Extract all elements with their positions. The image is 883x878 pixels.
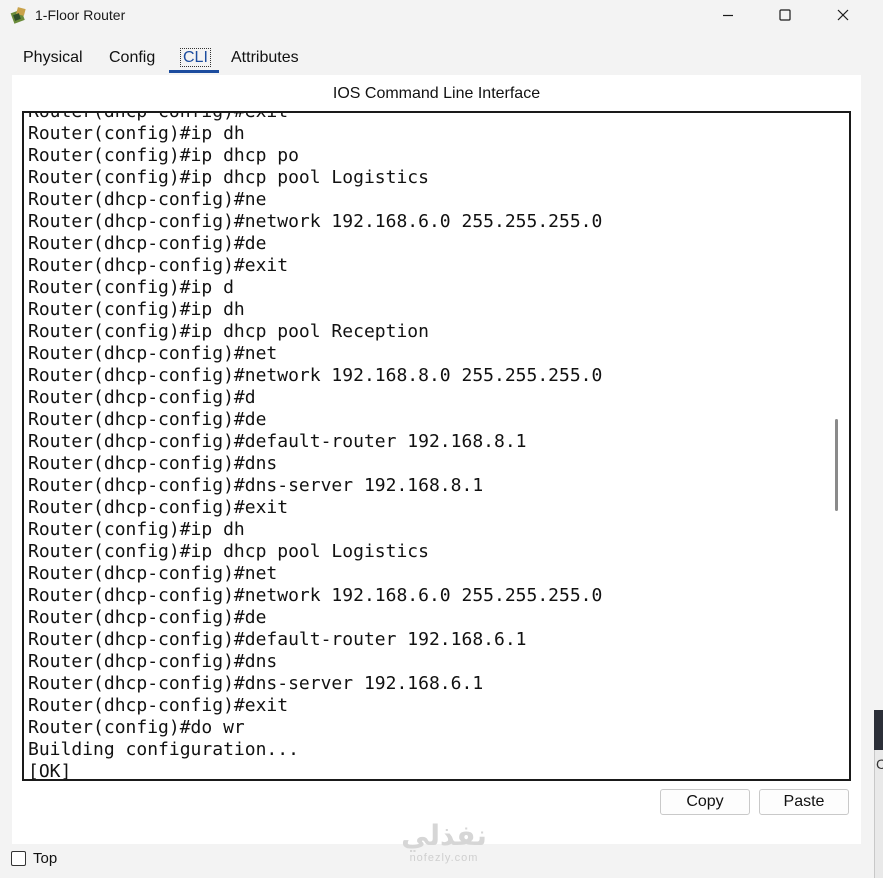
cli-line: Router(dhcp-config)#network 192.168.6.0 … [28,211,603,232]
cli-line: Router(dhcp-config)#network 192.168.8.0 … [28,365,603,386]
cli-panel: IOS Command Line Interface Router(dhcp-c… [12,75,861,844]
tab-attributes-label: Attributes [231,49,299,66]
tab-attributes[interactable]: Attributes [231,49,299,67]
paste-button[interactable]: Paste [759,789,849,815]
cli-line: Router(dhcp-config)#exit [28,111,289,122]
cli-line: Router(config)#do wr [28,717,245,738]
cli-line: [OK] [28,761,72,781]
maximize-icon [779,9,791,21]
watermark-logo: نفذلي [401,819,487,852]
top-checkbox-label: Top [33,850,58,867]
background-window-edge [874,710,883,750]
tab-config[interactable]: Config [109,49,155,67]
minimize-button[interactable] [705,0,751,30]
cli-line: Router(dhcp-config)#net [28,563,278,584]
cli-line: Router(config)#ip dhcp pool Reception [28,321,429,342]
cli-line: Router(config)#ip dhcp pool Logistics [28,541,429,562]
cli-line: Router(dhcp-config)#dns-server 192.168.8… [28,475,484,496]
cli-output: Router(dhcp-config)#exit Router(config)#i… [28,111,824,781]
cli-line: Router(dhcp-config)#default-router 192.1… [28,629,527,650]
cli-line: Router(dhcp-config)#d [28,387,256,408]
background-window-char: C [876,756,883,772]
tab-physical[interactable]: Physical [23,49,83,67]
cli-line: Router(dhcp-config)#de [28,409,267,430]
title-bar: 1-Floor Router [0,0,883,30]
tab-physical-label: Physical [23,49,83,66]
router-app-icon [10,7,26,24]
cli-line: Router(dhcp-config)#exit [28,497,289,518]
watermark: نفذلي nofezly.com [384,820,504,876]
tab-bar: Physical Config CLI Attributes [12,43,861,75]
cli-line: Router(dhcp-config)#ne [28,189,267,210]
cli-line: Router(config)#ip dh [28,519,245,540]
cli-line: Router(dhcp-config)#exit [28,255,289,276]
window-title: 1-Floor Router [35,7,126,23]
tab-config-label: Config [109,49,156,66]
cli-line: Router(config)#ip dh [28,123,245,144]
watermark-url: nofezly.com [409,852,479,864]
tab-cli[interactable]: CLI [180,48,211,67]
cli-line: Router(config)#ip dhcp po [28,145,299,166]
cli-line: Router(dhcp-config)#dns-server 192.168.6… [28,673,484,694]
cli-console[interactable]: Router(dhcp-config)#exit Router(config)#i… [22,111,851,781]
cli-line: Router(dhcp-config)#default-router 192.1… [28,431,527,452]
cli-line: Router(dhcp-config)#exit [28,695,289,716]
cli-line: Router(config)#ip d [28,277,234,298]
cli-line: Router(dhcp-config)#de [28,233,267,254]
cli-line: Router(config)#ip dhcp pool Logistics [28,167,429,188]
cli-line: Router(dhcp-config)#dns [28,453,278,474]
cli-line: Router(config)#ip dh [28,299,245,320]
copy-button[interactable]: Copy [660,789,750,815]
minimize-icon [723,14,733,17]
close-icon [837,9,849,21]
cli-line: Router(dhcp-config)#network 192.168.6.0 … [28,585,603,606]
cli-scrollbar[interactable] [835,419,838,511]
maximize-button[interactable] [762,0,808,30]
active-tab-indicator [169,70,219,73]
panel-title: IOS Command Line Interface [332,85,541,102]
close-button[interactable] [820,0,866,30]
tab-cli-label: CLI [180,48,211,67]
cli-line: Building configuration... [28,739,299,760]
cli-line: Router(dhcp-config)#dns [28,651,278,672]
cli-line: Router(dhcp-config)#net [28,343,278,364]
cli-line: Router(dhcp-config)#de [28,607,267,628]
top-checkbox[interactable] [11,851,26,866]
